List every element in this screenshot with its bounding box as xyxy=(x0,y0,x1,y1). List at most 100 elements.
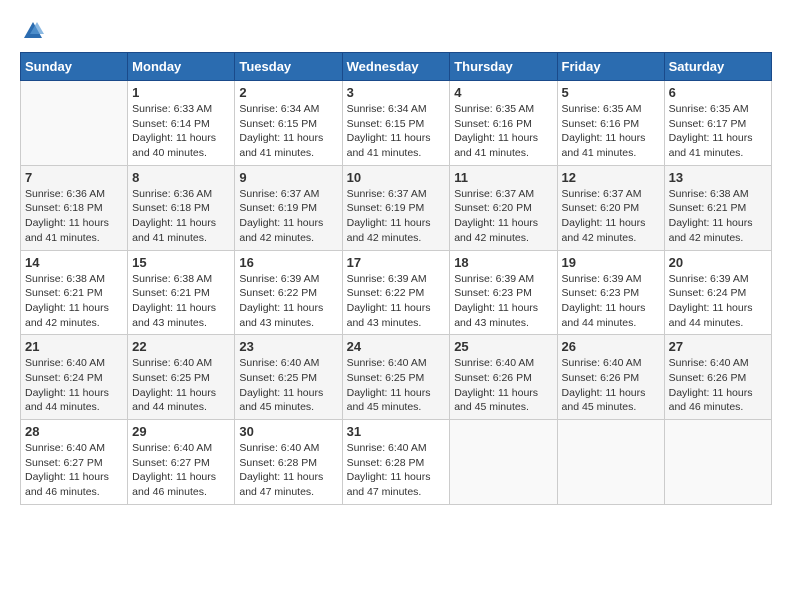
day-info: Sunrise: 6:37 AMSunset: 6:19 PMDaylight:… xyxy=(347,187,446,246)
calendar-week-row: 7 Sunrise: 6:36 AMSunset: 6:18 PMDaylight… xyxy=(21,165,772,250)
page-header xyxy=(20,20,772,42)
day-info: Sunrise: 6:39 AMSunset: 6:23 PMDaylight:… xyxy=(562,272,660,331)
day-number: 15 xyxy=(132,255,230,270)
calendar-day-cell: 27Sunrise: 6:40 AMSunset: 6:26 PMDayligh… xyxy=(664,335,771,420)
day-info: Sunrise: 6:40 AMSunset: 6:28 PMDaylight:… xyxy=(239,441,337,500)
calendar-day-cell: 9 Sunrise: 6:37 AMSunset: 6:19 PMDaylight… xyxy=(235,165,342,250)
day-number: 28 xyxy=(25,424,123,439)
calendar-day-cell: 16 Sunrise: 6:39 AMSunset: 6:22 PMDayligh… xyxy=(235,250,342,335)
calendar-day-cell: 28 Sunrise: 6:40 AMSunset: 6:27 PMDayligh… xyxy=(21,420,128,505)
day-info: Sunrise: 6:39 AMSunset: 6:22 PMDaylight:… xyxy=(239,272,337,331)
calendar-header-cell: Wednesday xyxy=(342,53,450,81)
day-number: 24 xyxy=(347,339,446,354)
day-info: Sunrise: 6:40 AMSunset: 6:24 PMDaylight:… xyxy=(25,356,123,415)
day-number: 7 xyxy=(25,170,123,185)
day-number: 9 xyxy=(239,170,337,185)
calendar-table: SundayMondayTuesdayWednesdayThursdayFrid… xyxy=(20,52,772,505)
day-number: 8 xyxy=(132,170,230,185)
calendar-week-row: 14 Sunrise: 6:38 AMSunset: 6:21 PMDayligh… xyxy=(21,250,772,335)
day-number: 29 xyxy=(132,424,230,439)
day-info: Sunrise: 6:40 AMSunset: 6:28 PMDaylight:… xyxy=(347,441,446,500)
calendar-day-cell: 18 Sunrise: 6:39 AMSunset: 6:23 PMDayligh… xyxy=(450,250,557,335)
day-info: Sunrise: 6:39 AMSunset: 6:22 PMDaylight:… xyxy=(347,272,446,331)
day-number: 21 xyxy=(25,339,123,354)
calendar-day-cell: 13 Sunrise: 6:38 AMSunset: 6:21 PMDayligh… xyxy=(664,165,771,250)
day-info: Sunrise: 6:35 AMSunset: 6:17 PMDaylight:… xyxy=(669,102,767,161)
day-number: 13 xyxy=(669,170,767,185)
calendar-day-cell: 31 Sunrise: 6:40 AMSunset: 6:28 PMDayligh… xyxy=(342,420,450,505)
day-number: 5 xyxy=(562,85,660,100)
calendar-day-cell: 8 Sunrise: 6:36 AMSunset: 6:18 PMDaylight… xyxy=(128,165,235,250)
calendar-day-cell: 22 Sunrise: 6:40 AMSunset: 6:25 PMDayligh… xyxy=(128,335,235,420)
day-info: Sunrise: 6:39 AMSunset: 6:23 PMDaylight:… xyxy=(454,272,552,331)
calendar-header-cell: Tuesday xyxy=(235,53,342,81)
calendar-day-cell xyxy=(450,420,557,505)
calendar-day-cell: 3 Sunrise: 6:34 AMSunset: 6:15 PMDaylight… xyxy=(342,81,450,166)
day-number: 1 xyxy=(132,85,230,100)
calendar-day-cell: 19 Sunrise: 6:39 AMSunset: 6:23 PMDayligh… xyxy=(557,250,664,335)
logo-icon xyxy=(22,20,44,42)
calendar-day-cell: 7 Sunrise: 6:36 AMSunset: 6:18 PMDaylight… xyxy=(21,165,128,250)
calendar-day-cell xyxy=(664,420,771,505)
day-info: Sunrise: 6:40 AMSunset: 6:27 PMDaylight:… xyxy=(25,441,123,500)
day-number: 19 xyxy=(562,255,660,270)
calendar-day-cell: 12 Sunrise: 6:37 AMSunset: 6:20 PMDayligh… xyxy=(557,165,664,250)
calendar-day-cell: 17 Sunrise: 6:39 AMSunset: 6:22 PMDayligh… xyxy=(342,250,450,335)
calendar-day-cell: 21 Sunrise: 6:40 AMSunset: 6:24 PMDayligh… xyxy=(21,335,128,420)
day-number: 12 xyxy=(562,170,660,185)
day-number: 23 xyxy=(239,339,337,354)
day-info: Sunrise: 6:40 AMSunset: 6:25 PMDaylight:… xyxy=(347,356,446,415)
logo xyxy=(20,20,44,42)
calendar-day-cell: 15 Sunrise: 6:38 AMSunset: 6:21 PMDayligh… xyxy=(128,250,235,335)
day-info: Sunrise: 6:37 AMSunset: 6:19 PMDaylight:… xyxy=(239,187,337,246)
calendar-day-cell: 29 Sunrise: 6:40 AMSunset: 6:27 PMDayligh… xyxy=(128,420,235,505)
day-number: 14 xyxy=(25,255,123,270)
day-info: Sunrise: 6:40 AMSunset: 6:26 PMDaylight:… xyxy=(669,356,767,415)
calendar-header-cell: Sunday xyxy=(21,53,128,81)
day-info: Sunrise: 6:36 AMSunset: 6:18 PMDaylight:… xyxy=(25,187,123,246)
calendar-header-row: SundayMondayTuesdayWednesdayThursdayFrid… xyxy=(21,53,772,81)
calendar-day-cell: 20Sunrise: 6:39 AMSunset: 6:24 PMDayligh… xyxy=(664,250,771,335)
day-info: Sunrise: 6:40 AMSunset: 6:26 PMDaylight:… xyxy=(562,356,660,415)
day-info: Sunrise: 6:34 AMSunset: 6:15 PMDaylight:… xyxy=(239,102,337,161)
day-number: 20 xyxy=(669,255,767,270)
calendar-day-cell: 4 Sunrise: 6:35 AMSunset: 6:16 PMDaylight… xyxy=(450,81,557,166)
calendar-header-cell: Thursday xyxy=(450,53,557,81)
calendar-day-cell: 1 Sunrise: 6:33 AMSunset: 6:14 PMDaylight… xyxy=(128,81,235,166)
day-info: Sunrise: 6:40 AMSunset: 6:25 PMDaylight:… xyxy=(132,356,230,415)
calendar-day-cell: 23Sunrise: 6:40 AMSunset: 6:25 PMDayligh… xyxy=(235,335,342,420)
day-number: 3 xyxy=(347,85,446,100)
day-number: 26 xyxy=(562,339,660,354)
day-info: Sunrise: 6:40 AMSunset: 6:27 PMDaylight:… xyxy=(132,441,230,500)
calendar-header-cell: Saturday xyxy=(664,53,771,81)
day-number: 22 xyxy=(132,339,230,354)
calendar-day-cell: 30Sunrise: 6:40 AMSunset: 6:28 PMDayligh… xyxy=(235,420,342,505)
day-number: 10 xyxy=(347,170,446,185)
calendar-day-cell: 2Sunrise: 6:34 AMSunset: 6:15 PMDaylight… xyxy=(235,81,342,166)
day-info: Sunrise: 6:35 AMSunset: 6:16 PMDaylight:… xyxy=(454,102,552,161)
calendar-day-cell: 24 Sunrise: 6:40 AMSunset: 6:25 PMDayligh… xyxy=(342,335,450,420)
day-number: 16 xyxy=(239,255,337,270)
day-info: Sunrise: 6:33 AMSunset: 6:14 PMDaylight:… xyxy=(132,102,230,161)
day-info: Sunrise: 6:38 AMSunset: 6:21 PMDaylight:… xyxy=(669,187,767,246)
calendar-day-cell xyxy=(557,420,664,505)
calendar-day-cell: 25Sunrise: 6:40 AMSunset: 6:26 PMDayligh… xyxy=(450,335,557,420)
day-info: Sunrise: 6:38 AMSunset: 6:21 PMDaylight:… xyxy=(25,272,123,331)
calendar-body: 1 Sunrise: 6:33 AMSunset: 6:14 PMDaylight… xyxy=(21,81,772,505)
day-number: 31 xyxy=(347,424,446,439)
day-info: Sunrise: 6:37 AMSunset: 6:20 PMDaylight:… xyxy=(562,187,660,246)
day-info: Sunrise: 6:34 AMSunset: 6:15 PMDaylight:… xyxy=(347,102,446,161)
calendar-day-cell: 11Sunrise: 6:37 AMSunset: 6:20 PMDayligh… xyxy=(450,165,557,250)
calendar-week-row: 28 Sunrise: 6:40 AMSunset: 6:27 PMDayligh… xyxy=(21,420,772,505)
calendar-day-cell xyxy=(21,81,128,166)
day-number: 17 xyxy=(347,255,446,270)
calendar-week-row: 21 Sunrise: 6:40 AMSunset: 6:24 PMDayligh… xyxy=(21,335,772,420)
day-info: Sunrise: 6:38 AMSunset: 6:21 PMDaylight:… xyxy=(132,272,230,331)
calendar-day-cell: 10 Sunrise: 6:37 AMSunset: 6:19 PMDayligh… xyxy=(342,165,450,250)
day-number: 18 xyxy=(454,255,552,270)
calendar-day-cell: 26 Sunrise: 6:40 AMSunset: 6:26 PMDayligh… xyxy=(557,335,664,420)
day-info: Sunrise: 6:35 AMSunset: 6:16 PMDaylight:… xyxy=(562,102,660,161)
day-number: 6 xyxy=(669,85,767,100)
day-info: Sunrise: 6:36 AMSunset: 6:18 PMDaylight:… xyxy=(132,187,230,246)
day-number: 4 xyxy=(454,85,552,100)
